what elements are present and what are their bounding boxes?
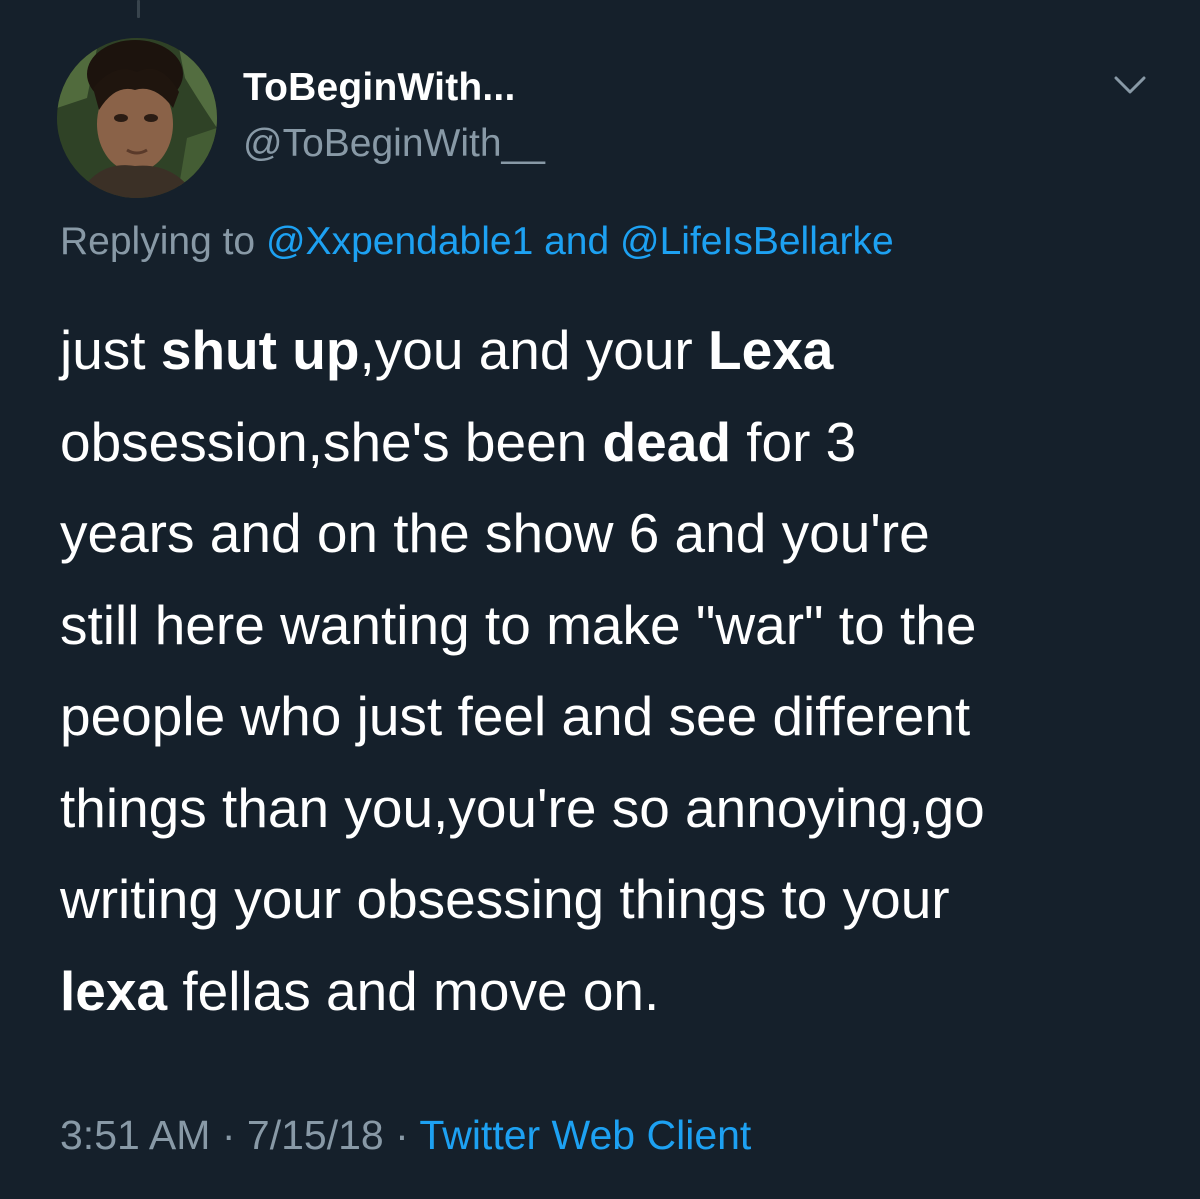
replying-to-line: Replying to @Xxpendable1 and @LifeIsBell… <box>60 220 894 264</box>
tweet-text-line: things than you,you're so annoying,go <box>60 763 1160 855</box>
avatar[interactable] <box>57 38 217 198</box>
tweet-text-line: writing your obsessing things to your <box>60 854 1160 946</box>
mention-joiner: and <box>544 220 610 263</box>
tweet-bold-text: Lexa <box>708 319 834 381</box>
tweet-text-line: obsession,she's been dead for 3 <box>60 397 1160 489</box>
tweet-text-segment: obsession,she's been <box>60 410 603 473</box>
meta-separator: · <box>395 1112 409 1158</box>
tweet-text-segment: ,you and your <box>359 319 709 381</box>
user-handle[interactable]: @ToBeginWith__ <box>243 122 545 166</box>
meta-separator: · <box>221 1112 236 1158</box>
tweet-text-segment: fellas and move on. <box>167 959 660 1022</box>
mention-xxpendable1[interactable]: @Xxpendable1 <box>266 220 533 263</box>
tweet-text-segment: people who just feel and see different <box>60 685 971 747</box>
mention-lifeisbellarke[interactable]: @LifeIsBellarke <box>620 220 894 263</box>
tweet-text-segment: still here wanting to make "war" to the <box>60 593 977 656</box>
tweet-text-segment: things than you,you're so annoying,go <box>60 776 985 839</box>
tweet-text-segment: years and on the show 6 and you're <box>60 502 930 564</box>
tweet-menu-button[interactable] <box>1110 70 1150 100</box>
tweet-text-line: just shut up,you and your Lexa <box>60 305 1160 397</box>
tweet-text-line: lexa fellas and move on. <box>60 946 1160 1038</box>
tweet-bold-text: lexa <box>60 959 168 1022</box>
tweet-text-segment: for 3 <box>730 410 857 473</box>
tweet-bold-text: dead <box>602 410 731 473</box>
avatar-photo <box>57 38 217 198</box>
tweet-text-line: years and on the show 6 and you're <box>60 488 1160 580</box>
tweet-bold-text: shut up <box>160 319 360 381</box>
replying-prefix: Replying to <box>60 220 256 263</box>
thread-connector-line <box>137 0 140 18</box>
tweet-source-link[interactable]: Twitter Web Client <box>419 1112 751 1158</box>
tweet-time[interactable]: 3:51 AM <box>60 1112 210 1158</box>
tweet-text-segment: just <box>60 319 161 381</box>
tweet-text-segment: writing your obsessing things to your <box>60 868 950 930</box>
tweet-text: just shut up,you and your Lexa obsession,… <box>60 305 1160 1037</box>
display-name[interactable]: ToBeginWith... <box>243 66 516 110</box>
chevron-down-icon <box>1114 76 1146 94</box>
tweet-text-line: people who just feel and see different <box>60 671 1160 763</box>
tweet-metadata: 3:51 AM · 7/15/18 · Twitter Web Client <box>60 1112 751 1159</box>
tweet-text-line: still here wanting to make "war" to the <box>60 580 1160 672</box>
tweet-date[interactable]: 7/15/18 <box>247 1112 384 1158</box>
